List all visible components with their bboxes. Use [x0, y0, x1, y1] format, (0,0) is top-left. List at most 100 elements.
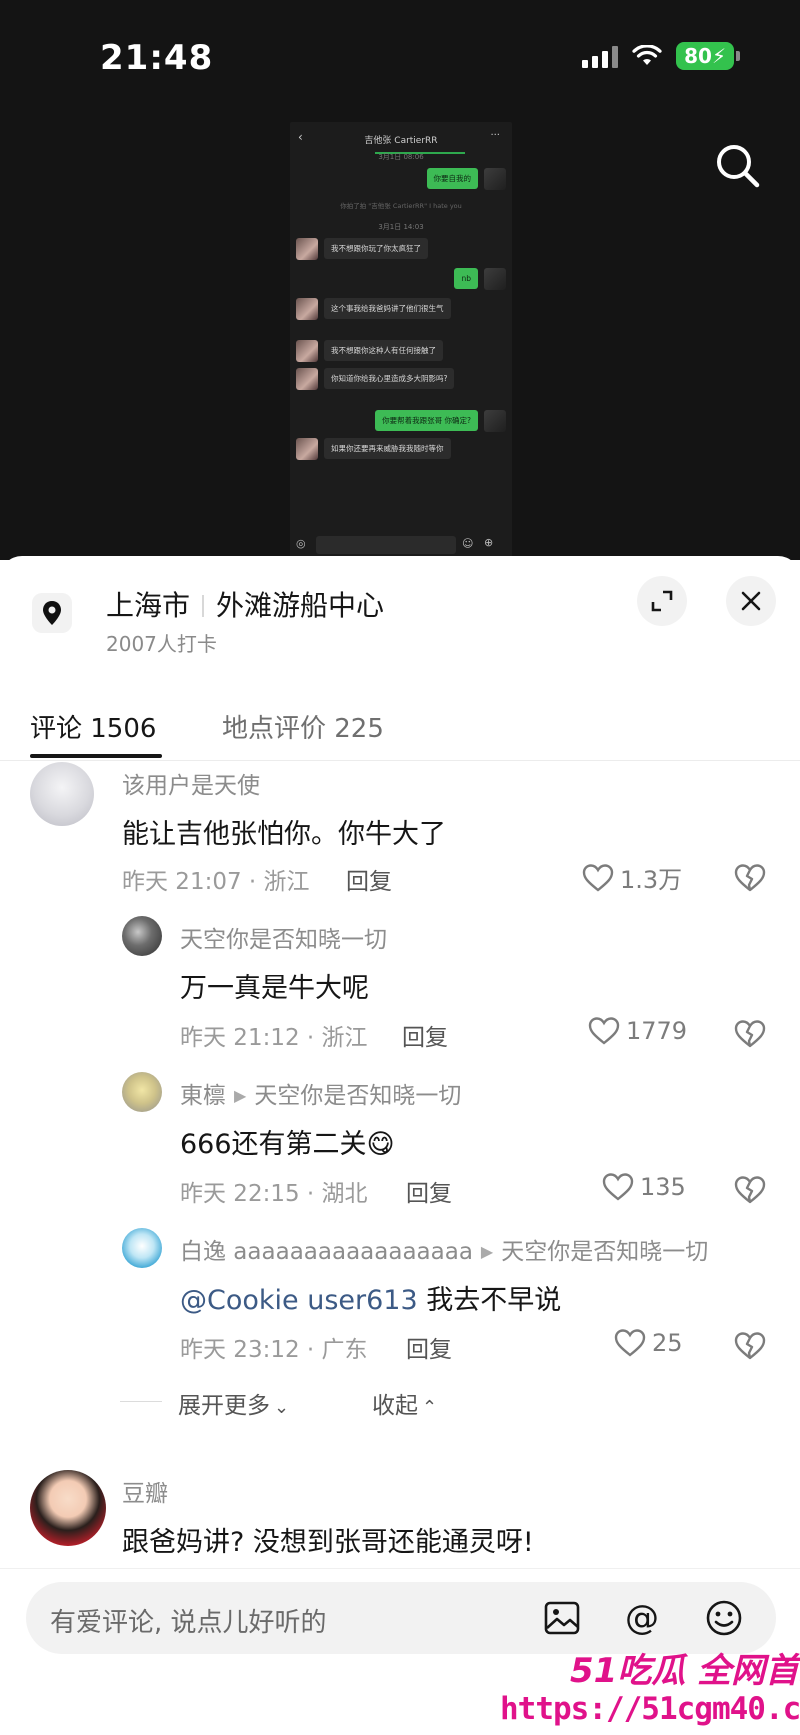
watermark-slogan: 51吃瓜 全网首发	[570, 1651, 800, 1691]
voice-icon: ◎	[296, 537, 306, 550]
app-screen: 21:48 80⚡ ‹ 吉他张 CartierRR ··· 3月1日 08:06…	[0, 0, 800, 1735]
chat-input-bar: ◎ ☺ ⊕	[290, 532, 512, 558]
location-city: 上海市	[106, 589, 191, 622]
like-count: 1.3万	[620, 866, 683, 894]
avatar[interactable]	[122, 1228, 162, 1268]
avatar[interactable]	[122, 916, 162, 956]
expand-more-button[interactable]: 展开更多 ⌄	[178, 1386, 289, 1420]
chat-message: 我不想跟你玩了你太疯狂了	[296, 238, 428, 260]
video-area[interactable]: 21:48 80⚡ ‹ 吉他张 CartierRR ··· 3月1日 08:06…	[0, 0, 800, 560]
like-button[interactable]: 135	[602, 1172, 686, 1202]
tab-comments[interactable]: 评论 1506	[30, 708, 156, 745]
like-button[interactable]: 1.3万	[582, 860, 682, 895]
chat-bubble-out: 你要帮着我跟张哥 你确定?	[375, 410, 478, 431]
chat-message: 你要自我的	[426, 168, 506, 190]
chat-timestamp: 3月1日 08:06	[378, 153, 424, 161]
charging-bolt-icon: ⚡	[711, 44, 726, 68]
reply-button[interactable]: 回复	[346, 862, 392, 896]
chevron-down-icon: ⌄	[274, 1397, 290, 1418]
battery-tip	[736, 51, 740, 61]
tab-place-reviews[interactable]: 地点评价 225	[222, 708, 384, 745]
avatar[interactable]	[30, 1470, 106, 1546]
chat-message: 你要帮着我跟张哥 你确定?	[375, 410, 506, 432]
reply-button[interactable]: 回复	[402, 1018, 448, 1052]
location-title[interactable]: 上海市 外滩游船中心	[106, 584, 384, 624]
chat-avatar-self	[484, 268, 506, 290]
yum-emoji: 😋	[366, 1129, 395, 1160]
collapse-label: 收起	[372, 1393, 418, 1419]
comment-sheet: 上海市 外滩游船中心 2007人打卡 评论 1506 地点评价 225 该用户是天…	[0, 556, 800, 1735]
chat-bubble-in: 我不想跟你玩了你太疯狂了	[324, 238, 428, 259]
heart-icon	[582, 863, 614, 892]
chat-message: nb	[454, 268, 506, 290]
reply-button[interactable]: 回复	[406, 1330, 452, 1364]
comment-text: 666还有第二关😋	[180, 1122, 395, 1161]
comment-text: 跟爸妈讲? 没想到张哥还能通灵呀!	[122, 1527, 534, 1558]
broken-heart-icon[interactable]	[733, 1330, 767, 1362]
comment-username[interactable]: 天空你是否知晓一切	[180, 920, 387, 954]
battery-percent: 80	[684, 44, 712, 68]
comment-meta: 昨天 21:12 · 浙江	[180, 1025, 368, 1051]
reply-target: 天空你是否知晓一切	[501, 1239, 709, 1265]
title-separator	[202, 595, 205, 617]
wifi-icon	[632, 45, 662, 65]
chat-avatar-other	[296, 340, 318, 362]
search-icon[interactable]	[710, 138, 766, 194]
expand-button[interactable]	[637, 576, 687, 626]
like-count: 1779	[626, 1017, 688, 1045]
cellular-signal-icon	[582, 44, 619, 68]
reply-arrow-icon: ▶	[234, 1086, 247, 1105]
expand-icon	[651, 590, 673, 612]
broken-heart-icon[interactable]	[733, 862, 767, 894]
chat-message: 你知道你给我心里造成多大阴影吗?	[296, 368, 455, 390]
emoji-icon: ☺	[462, 537, 474, 550]
status-time: 21:48	[100, 38, 214, 78]
chat-screenshot-image: ‹ 吉他张 CartierRR ··· 3月1日 08:06 你要自我的 你拍了…	[290, 122, 512, 558]
image-icon[interactable]	[540, 1596, 584, 1640]
chat-bubble-in: 这个事我给我爸妈讲了他们很生气	[324, 298, 451, 319]
comment-text: 万一真是牛大呢	[180, 973, 369, 1004]
reply-author: 白逸 aaaaaaaaaaaaaaaaa	[180, 1239, 473, 1265]
avatar[interactable]	[30, 762, 94, 826]
chat-title: 吉他张 CartierRR	[364, 136, 438, 146]
broken-heart-icon[interactable]	[733, 1018, 767, 1050]
chevron-up-icon: ⌃	[422, 1397, 438, 1418]
status-icons: 80⚡	[582, 42, 740, 70]
svg-text:@: @	[625, 1598, 659, 1638]
user-mention-link[interactable]: @Cookie user613	[180, 1285, 418, 1316]
like-button[interactable]: 25	[614, 1328, 683, 1358]
thread-divider-line	[120, 1401, 162, 1402]
checkin-count: 2007人打卡	[106, 632, 217, 656]
chat-avatar-other	[296, 298, 318, 320]
chat-bubble-in: 你知道你给我心里造成多大阴影吗?	[324, 368, 455, 389]
comment-username[interactable]: 豆瓣	[122, 1474, 168, 1508]
mention-at-icon[interactable]: @	[620, 1596, 664, 1640]
comment-username[interactable]: 東檩 ▶ 天空你是否知晓一切	[180, 1076, 461, 1110]
emoji-icon[interactable]	[702, 1596, 746, 1640]
like-button[interactable]: 1779	[588, 1016, 687, 1046]
broken-heart-icon[interactable]	[733, 1174, 767, 1206]
reply-author: 東檩	[180, 1083, 226, 1109]
plus-icon: ⊕	[484, 536, 494, 549]
close-button[interactable]	[726, 576, 776, 626]
chat-message: 我不想跟你这种人有任何接触了	[296, 340, 443, 362]
heart-icon	[602, 1173, 634, 1201]
watermark-url: https://51cgm40.com	[500, 1691, 800, 1727]
chat-avatar-other	[296, 368, 318, 390]
avatar[interactable]	[122, 1072, 162, 1112]
chat-system-message: 你拍了拍 "吉他张 CartierRR" I hate you	[340, 202, 462, 210]
comment-text-body: 我去不早说	[417, 1285, 562, 1316]
chat-avatar-self	[484, 410, 506, 432]
battery-level: 80⚡	[676, 42, 734, 70]
heart-icon	[588, 1017, 620, 1045]
chat-input-field	[316, 536, 456, 554]
comment-username[interactable]: 白逸 aaaaaaaaaaaaaaaaa ▶ 天空你是否知晓一切	[180, 1232, 708, 1266]
comment-input-placeholder[interactable]: 有爱评论, 说点儿好听的	[50, 1602, 327, 1639]
collapse-button[interactable]: 收起 ⌃	[372, 1386, 437, 1420]
reply-target: 天空你是否知晓一切	[254, 1083, 462, 1109]
comment-username[interactable]: 该用户是天使	[122, 766, 260, 800]
chat-bubble-out: nb	[454, 268, 478, 289]
reply-arrow-icon: ▶	[480, 1242, 494, 1261]
reply-button[interactable]: 回复	[406, 1174, 452, 1208]
location-place: 外滩游船中心	[216, 589, 385, 622]
